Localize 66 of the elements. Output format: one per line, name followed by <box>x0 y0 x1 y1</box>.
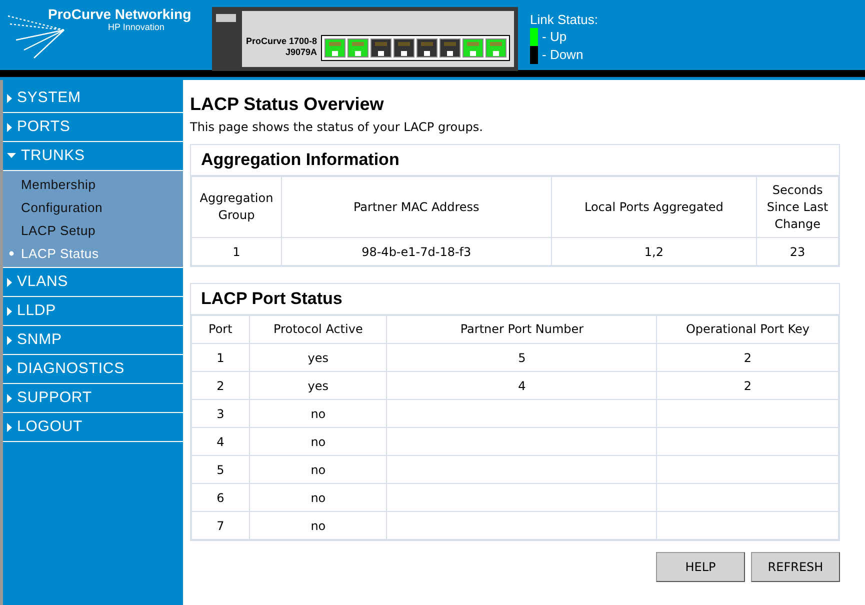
nav-item[interactable]: LLDP <box>3 297 183 326</box>
table-cell: 1 <box>192 238 282 266</box>
section-title: Aggregation Information <box>191 145 839 176</box>
column-header: Seconds Since Last Change <box>756 176 838 238</box>
page-title: LACP Status Overview <box>190 93 385 116</box>
table-cell: no <box>249 512 387 540</box>
column-header: Partner MAC Address <box>281 176 552 238</box>
column-header: Local Ports Aggregated <box>551 176 757 238</box>
nav-item[interactable]: LOGOUT <box>3 413 183 442</box>
column-header: Partner Port Number <box>386 316 657 344</box>
nav-item[interactable]: SUPPORT <box>3 384 183 413</box>
legend-label: - Up <box>542 28 567 46</box>
table-cell: no <box>249 484 387 512</box>
table-cell: 5 <box>386 344 657 372</box>
section-title: LACP Port Status <box>191 284 839 315</box>
caret-right-icon <box>7 122 12 132</box>
table-cell: 2 <box>656 344 838 372</box>
caret-right-icon <box>7 364 12 374</box>
caret-right-icon <box>7 336 12 344</box>
column-header: Protocol Active <box>249 316 387 344</box>
nav-item[interactable]: VLANS <box>3 268 183 297</box>
table-cell: no <box>249 428 387 456</box>
caret-down-icon <box>7 153 16 159</box>
caret-right-icon <box>7 306 12 316</box>
action-button[interactable]: REFRESH <box>751 552 840 582</box>
bullet-icon <box>9 251 14 256</box>
nav-item[interactable]: DIAGNOSTICS <box>3 355 183 384</box>
table-cell: 2 <box>656 372 838 400</box>
nav-item[interactable]: SNMP <box>3 326 183 355</box>
table-cell: yes <box>249 344 387 372</box>
link-status-title: Link Status: <box>530 12 598 28</box>
table-cell: no <box>249 400 387 428</box>
nav-subitem[interactable]: Membership <box>3 173 183 196</box>
table-cell: 23 <box>756 238 838 266</box>
table-cell: 1 <box>192 344 250 372</box>
nav-item[interactable]: PORTS <box>3 113 183 142</box>
logo-title: ProCurve Networking <box>48 6 192 22</box>
table-cell: 4 <box>386 372 657 400</box>
table-cell: 98-4b-e1-7d-18-f3 <box>281 238 552 266</box>
table-cell: no <box>249 456 387 484</box>
action-button[interactable]: HELP <box>656 552 745 582</box>
table-cell: 1,2 <box>551 238 757 266</box>
caret-right-icon <box>7 422 12 432</box>
nav-item[interactable]: SYSTEM <box>3 84 183 113</box>
nav-subitem[interactable]: LACP Status <box>3 242 183 265</box>
table-cell: 5 <box>192 456 250 484</box>
table-cell: 7 <box>192 512 250 540</box>
table-cell: yes <box>249 372 387 400</box>
nav-subitem[interactable]: LACP Setup <box>3 219 183 242</box>
legend-label: - Down <box>542 46 584 64</box>
page-description: This page shows the status of your LACP groups. <box>190 119 484 136</box>
table-cell: 4 <box>192 428 250 456</box>
brand-plate <box>216 14 236 22</box>
column-header: Operational Port Key <box>656 316 838 344</box>
logo-subtitle: HP Innovation <box>108 22 166 33</box>
caret-right-icon <box>7 394 12 402</box>
device-model: ProCurve 1700-8 <box>246 36 318 47</box>
table-cell: 3 <box>192 400 250 428</box>
nav-subitem[interactable]: Configuration <box>3 196 183 219</box>
caret-right-icon <box>7 278 12 286</box>
table-cell: 2 <box>192 372 250 400</box>
caret-right-icon <box>7 94 12 102</box>
device-part-number: J9079A <box>286 47 318 58</box>
column-header: Port <box>192 316 250 344</box>
table-cell: 6 <box>192 484 250 512</box>
column-header: Aggregation Group <box>192 176 282 238</box>
